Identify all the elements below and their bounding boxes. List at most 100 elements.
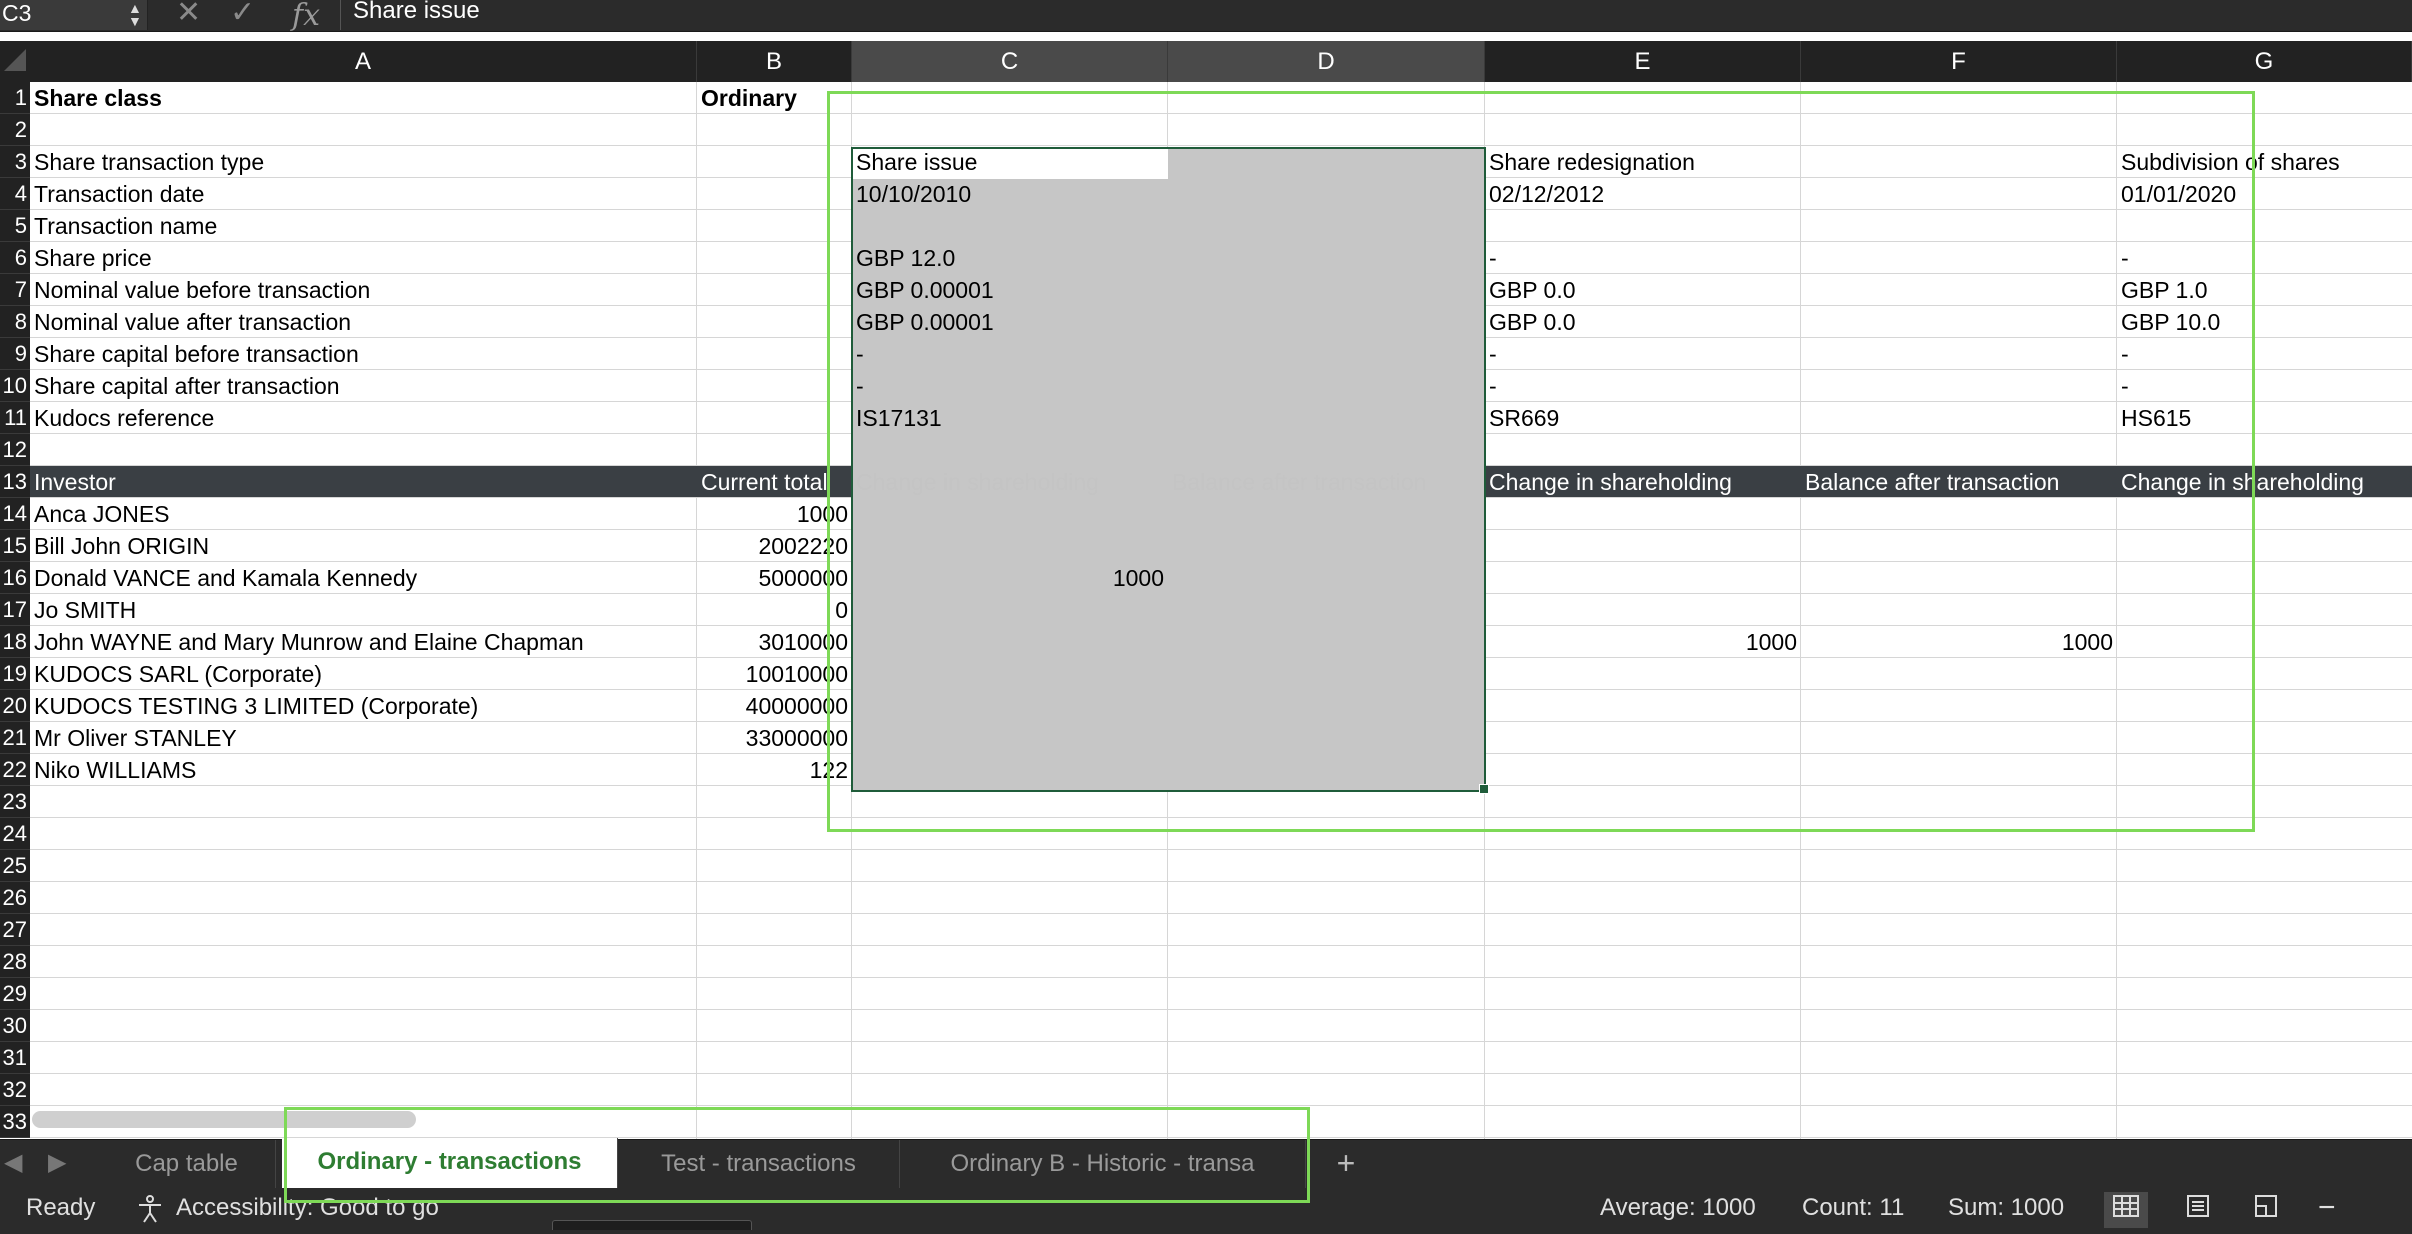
normal-view-button[interactable] xyxy=(2104,1192,2148,1228)
cell-a19[interactable]: KUDOCS SARL (Corporate) xyxy=(30,658,322,690)
row-header-21[interactable]: 21 xyxy=(0,722,30,754)
cell-b18[interactable]: 3010000 xyxy=(697,626,852,658)
column-header-g[interactable]: G xyxy=(2117,41,2412,82)
cell-a15[interactable]: Bill John ORIGIN xyxy=(30,530,209,562)
insert-function-icon[interactable]: fx xyxy=(292,0,320,33)
cell-e6[interactable]: - xyxy=(1485,242,1497,274)
row-header-12[interactable]: 12 xyxy=(0,434,30,466)
cell-e11[interactable]: SR669 xyxy=(1485,402,1559,434)
column-header-b[interactable]: B xyxy=(697,41,852,82)
cell-e18[interactable]: 1000 xyxy=(1485,626,1801,658)
cell-e8[interactable]: GBP 0.0 xyxy=(1485,306,1576,338)
row-header-29[interactable]: 29 xyxy=(0,978,30,1010)
tab-ordinary-b-historic[interactable]: Ordinary B - Historic - transa xyxy=(900,1140,1306,1188)
row-header-26[interactable]: 26 xyxy=(0,882,30,914)
cell-g10[interactable]: - xyxy=(2117,370,2129,402)
column-header-a[interactable]: A xyxy=(30,41,697,82)
row-header-18[interactable]: 18 xyxy=(0,626,30,658)
cell-a11[interactable]: Kudocs reference xyxy=(30,402,214,434)
cell-b19[interactable]: 10010000 xyxy=(697,658,852,690)
prev-sheet-icon[interactable]: ◀ xyxy=(4,1148,22,1177)
cell-a21[interactable]: Mr Oliver STANLEY xyxy=(30,722,237,754)
row-header-16[interactable]: 16 xyxy=(0,562,30,594)
cell-a7[interactable]: Nominal value before transaction xyxy=(30,274,370,306)
row-header-30[interactable]: 30 xyxy=(0,1010,30,1042)
tab-test-transactions[interactable]: Test - transactions xyxy=(618,1140,900,1188)
accessibility-status[interactable]: Accessibility: Good to go xyxy=(176,1188,439,1228)
row-header-22[interactable]: 22 xyxy=(0,754,30,786)
cell-a16[interactable]: Donald VANCE and Kamala Kennedy xyxy=(30,562,417,594)
cell-b1[interactable]: Ordinary xyxy=(697,82,797,114)
cell-a22[interactable]: Niko WILLIAMS xyxy=(30,754,196,786)
cell-f18[interactable]: 1000 xyxy=(1801,626,2117,658)
cell-a6[interactable]: Share price xyxy=(30,242,152,274)
cell-b17[interactable]: 0 xyxy=(697,594,852,626)
row-header-8[interactable]: 8 xyxy=(0,306,30,338)
cancel-icon[interactable]: ✕ xyxy=(176,0,201,28)
row-header-20[interactable]: 20 xyxy=(0,690,30,722)
row-header-15[interactable]: 15 xyxy=(0,530,30,562)
row-header-2[interactable]: 2 xyxy=(0,114,30,146)
row-header-5[interactable]: 5 xyxy=(0,210,30,242)
cell-g4[interactable]: 01/01/2020 xyxy=(2117,178,2236,210)
select-all-button[interactable] xyxy=(0,41,30,82)
cell-a9[interactable]: Share capital before transaction xyxy=(30,338,359,370)
cell-e7[interactable]: GBP 0.0 xyxy=(1485,274,1576,306)
cell-e10[interactable]: - xyxy=(1485,370,1497,402)
row-header-10[interactable]: 10 xyxy=(0,370,30,402)
cell-b14[interactable]: 1000 xyxy=(697,498,852,530)
cell-b21[interactable]: 33000000 xyxy=(697,722,852,754)
row-header-4[interactable]: 4 xyxy=(0,178,30,210)
cell-g13[interactable]: Change in shareholding xyxy=(2117,466,2364,498)
next-sheet-icon[interactable]: ▶ xyxy=(48,1148,66,1177)
cell-a13[interactable]: Investor xyxy=(30,466,116,498)
row-header-24[interactable]: 24 xyxy=(0,818,30,850)
row-header-7[interactable]: 7 xyxy=(0,274,30,306)
cell-b13[interactable]: Current total xyxy=(697,466,828,498)
cell-e9[interactable]: - xyxy=(1485,338,1497,370)
row-header-3[interactable]: 3 xyxy=(0,146,30,178)
row-header-17[interactable]: 17 xyxy=(0,594,30,626)
row-header-11[interactable]: 11 xyxy=(0,402,30,434)
cell-b20[interactable]: 40000000 xyxy=(697,690,852,722)
cell-f13[interactable]: Balance after transaction xyxy=(1801,466,2059,498)
cell-b15[interactable]: 2002220 xyxy=(697,530,852,562)
worksheet-grid[interactable]: ABCDEFG 1 2 3 4 5 6 7 8 9 10 11 12 13 14 15 16 17 18 19 20 2… xyxy=(0,41,2412,1139)
row-header-25[interactable]: 25 xyxy=(0,850,30,882)
column-header-f[interactable]: F xyxy=(1801,41,2117,82)
cell-e3[interactable]: Share redesignation xyxy=(1485,146,1695,178)
cell-b16[interactable]: 5000000 xyxy=(697,562,852,594)
cell-a3[interactable]: Share transaction type xyxy=(30,146,264,178)
row-header-28[interactable]: 28 xyxy=(0,946,30,978)
cell-g9[interactable]: - xyxy=(2117,338,2129,370)
cell-g3[interactable]: Subdivision of shares xyxy=(2117,146,2340,178)
cell-g11[interactable]: HS615 xyxy=(2117,402,2191,434)
cell-a18[interactable]: John WAYNE and Mary Munrow and Elaine Ch… xyxy=(30,626,584,658)
cell-a5[interactable]: Transaction name xyxy=(30,210,217,242)
zoom-out-button[interactable]: − xyxy=(2318,1188,2336,1228)
row-header-33[interactable]: 33 xyxy=(0,1106,30,1138)
row-header-31[interactable]: 31 xyxy=(0,1042,30,1074)
cell-a20[interactable]: KUDOCS TESTING 3 LIMITED (Corporate) xyxy=(30,690,478,722)
cell-g7[interactable]: GBP 1.0 xyxy=(2117,274,2208,306)
fill-handle[interactable] xyxy=(1479,784,1489,794)
row-header-6[interactable]: 6 xyxy=(0,242,30,274)
cell-a14[interactable]: Anca JONES xyxy=(30,498,170,530)
column-header-c[interactable]: C xyxy=(852,41,1168,82)
row-header-32[interactable]: 32 xyxy=(0,1074,30,1106)
cell-a8[interactable]: Nominal value after transaction xyxy=(30,306,351,338)
row-header-19[interactable]: 19 xyxy=(0,658,30,690)
formula-input[interactable]: Share issue xyxy=(340,0,2412,30)
add-sheet-button[interactable]: + xyxy=(1324,1140,1368,1188)
row-header-14[interactable]: 14 xyxy=(0,498,30,530)
row-header-13[interactable]: 13 xyxy=(0,466,30,498)
row-header-1[interactable]: 1 xyxy=(0,82,30,114)
cell-e4[interactable]: 02/12/2012 xyxy=(1485,178,1604,210)
cell-g8[interactable]: GBP 10.0 xyxy=(2117,306,2220,338)
tab-ordinary-transactions[interactable]: Ordinary - transactions xyxy=(282,1138,618,1188)
page-layout-view-button[interactable] xyxy=(2176,1192,2220,1228)
column-header-d[interactable]: D xyxy=(1168,41,1485,82)
tab-cap-table[interactable]: Cap table xyxy=(98,1140,276,1188)
row-header-9[interactable]: 9 xyxy=(0,338,30,370)
horizontal-scrollbar[interactable] xyxy=(32,1111,416,1128)
